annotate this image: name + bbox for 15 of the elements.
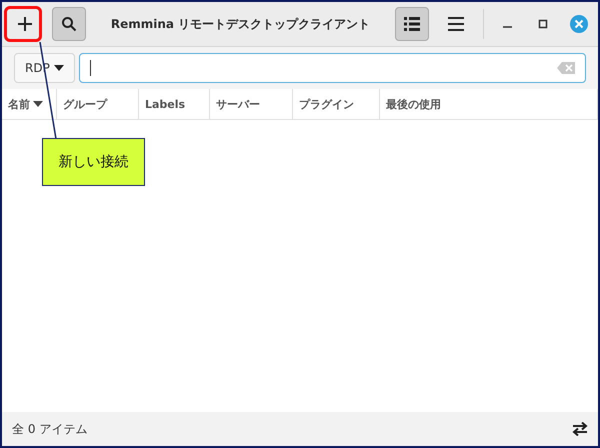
- search-icon: [61, 16, 77, 32]
- item-count: 全 0 アイテム: [12, 420, 88, 438]
- plus-icon: [17, 16, 33, 32]
- minimize-icon: [502, 26, 512, 28]
- callout-label: 新しい接続: [42, 138, 145, 186]
- window-title: Remmina リモートデスクトップクライアント: [110, 16, 372, 32]
- search-button[interactable]: [52, 7, 86, 41]
- maximize-icon: [538, 19, 548, 29]
- list-view-icon: [404, 17, 420, 31]
- menu-icon: [448, 17, 464, 31]
- search-field[interactable]: [78, 53, 586, 83]
- caret-icon: [54, 65, 64, 71]
- highlight-frame: [4, 6, 42, 42]
- swap-arrows-icon[interactable]: [572, 422, 588, 436]
- list-view-button[interactable]: [395, 7, 429, 41]
